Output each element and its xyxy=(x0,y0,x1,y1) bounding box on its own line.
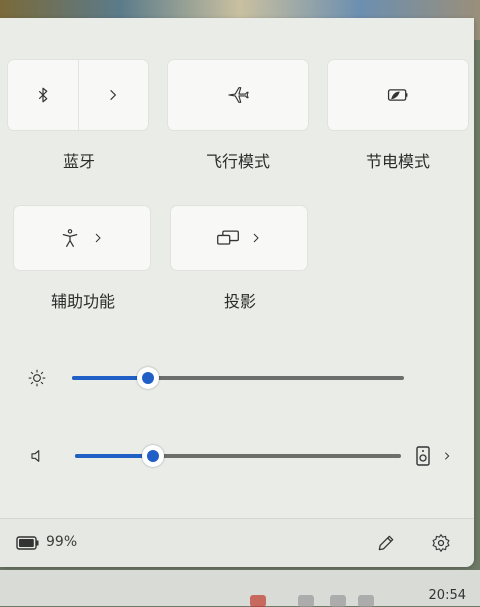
brightness-row xyxy=(0,363,474,393)
tile-label-airplane: 飞行模式 xyxy=(205,152,270,171)
airplane-mode-tile[interactable] xyxy=(168,60,308,130)
volume-row xyxy=(0,441,474,471)
project-icon xyxy=(217,230,239,245)
battery-tray-icon[interactable] xyxy=(358,595,374,607)
quick-settings-panel: 蓝牙 飞行模式 节电模式 辅助功能 投影 99% xyxy=(0,18,474,567)
brightness-slider-thumb[interactable] xyxy=(137,367,159,389)
speaker-icon xyxy=(31,450,40,462)
chevron-right-icon xyxy=(95,233,101,243)
speaker-device-icon xyxy=(416,446,430,466)
accessibility-tile[interactable] xyxy=(14,206,150,270)
chevron-right-icon xyxy=(253,233,259,243)
battery-saver-tile[interactable] xyxy=(328,60,468,130)
edit-quick-settings-button[interactable] xyxy=(372,531,400,557)
pencil-icon xyxy=(378,535,394,551)
gear-icon xyxy=(432,534,450,552)
settings-button[interactable] xyxy=(427,531,455,557)
battery-saver-icon xyxy=(387,89,408,101)
bluetooth-settings-button[interactable] xyxy=(78,60,148,130)
quick-settings-footer: 99% xyxy=(0,518,474,567)
battery-icon xyxy=(16,536,39,550)
tile-label-accessibility: 辅助功能 xyxy=(50,292,115,311)
volume-slider-thumb[interactable] xyxy=(142,445,164,467)
chevron-right-icon xyxy=(444,452,450,460)
network-icon[interactable] xyxy=(298,595,314,607)
battery-percentage: 99% xyxy=(46,534,78,550)
audio-output-button[interactable] xyxy=(414,445,458,467)
tile-label-project: 投影 xyxy=(223,292,256,311)
sun-icon xyxy=(28,369,46,387)
project-tile[interactable] xyxy=(171,206,307,270)
battery-indicator[interactable]: 99% xyxy=(16,529,106,557)
tile-label-battery-saver: 节电模式 xyxy=(365,152,430,171)
bluetooth-tile[interactable] xyxy=(8,60,148,130)
bluetooth-toggle-button[interactable] xyxy=(8,60,79,130)
taskbar-clock[interactable]: 20:54 xyxy=(429,588,466,603)
chevron-right-icon xyxy=(110,89,117,101)
bluetooth-icon xyxy=(38,87,48,103)
tile-label-bluetooth: 蓝牙 xyxy=(62,152,95,171)
airplane-icon xyxy=(228,87,249,103)
volume-tray-icon[interactable] xyxy=(330,595,346,607)
accessibility-icon xyxy=(62,229,78,247)
taskbar-app-icon[interactable] xyxy=(250,595,266,607)
taskbar xyxy=(0,570,480,606)
